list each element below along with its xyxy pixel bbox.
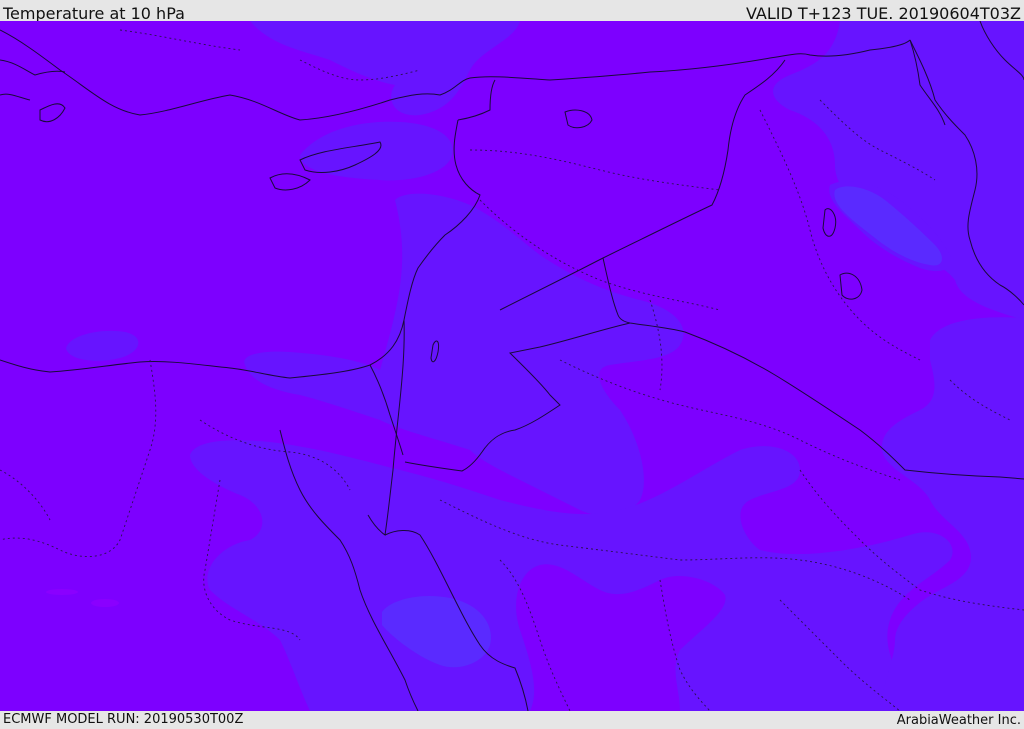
credit-label: ArabiaWeather Inc. (896, 713, 1021, 728)
model-run-label: ECMWF MODEL RUN: 20190530T00Z (3, 712, 244, 727)
warm-spot-2 (91, 599, 119, 607)
header-bar: Temperature at 10 hPa VALID T+123 TUE. 2… (0, 0, 1024, 23)
footer-bar: ECMWF MODEL RUN: 20190530T00Z ArabiaWeat… (0, 711, 1024, 729)
warm-spot-1 (46, 589, 78, 595)
temperature-map (0, 21, 1024, 711)
map-figure: Temperature at 10 hPa VALID T+123 TUE. 2… (0, 0, 1024, 729)
